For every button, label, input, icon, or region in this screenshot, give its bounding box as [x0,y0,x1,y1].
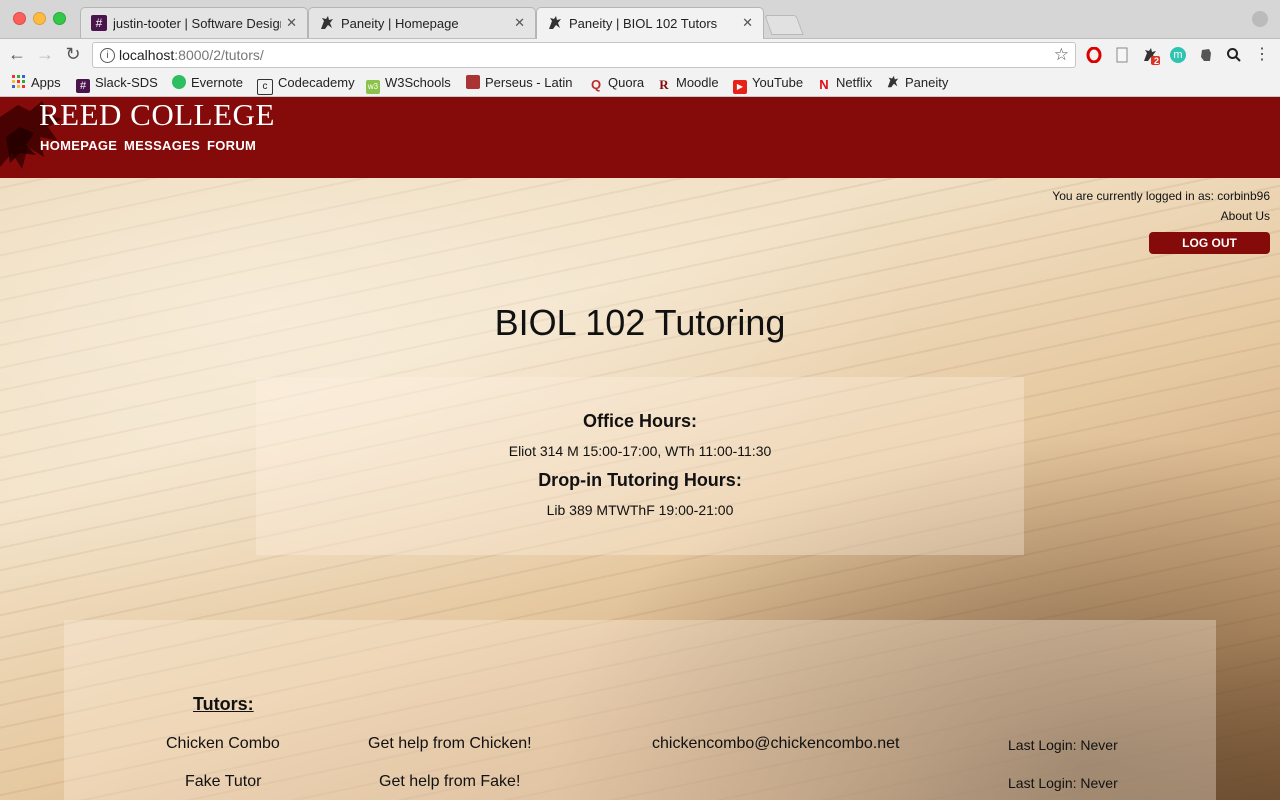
close-window-button[interactable] [13,12,26,25]
dropin-hours-heading: Drop-in Tutoring Hours: [538,470,742,490]
url-text: localhost:8000/2/tutors/ [119,47,264,63]
tab-close-icon[interactable]: ✕ [742,15,753,31]
opera-extension-icon[interactable] [1086,46,1102,64]
bookmark-perseus-latin[interactable]: Perseus - Latin [466,75,572,90]
bookmark-star-icon[interactable]: ☆ [1054,45,1069,65]
reload-icon[interactable]: ↻ [62,44,84,65]
search-icon[interactable] [1226,47,1242,63]
bookmark-youtube[interactable]: ▶ YouTube [733,75,803,94]
nav-forum[interactable]: FORUM [207,138,256,153]
bookmark-moodle[interactable]: R Moodle [657,75,718,92]
page-title: BIOL 102 Tutoring [494,302,786,343]
get-help-link[interactable]: Get help from Chicken! [368,735,532,753]
tab-biol-102-tutors[interactable]: Paneity | BIOL 102 Tutors ✕ [536,7,764,39]
tab-close-icon[interactable]: ✕ [514,15,525,31]
bookmarks-bar: Apps # Slack-SDS Evernote c Codecademy w3 W… [0,72,1280,97]
reed-icon: R [659,77,669,92]
browser-tab-strip: # justin-tooter | Software Design ✕ Pane… [0,0,1280,39]
tutor-last-login: Last Login: Never [1008,737,1118,753]
evernote-extension-icon[interactable] [1198,47,1214,63]
tab-software-design[interactable]: # justin-tooter | Software Design ✕ [80,7,308,38]
address-bar[interactable]: i localhost:8000/2/tutors/ ☆ [92,42,1076,68]
forward-arrow-icon[interactable]: → [34,44,56,65]
griffin-favicon-icon [319,15,335,31]
griffin-extension-icon[interactable]: 2 [1142,47,1160,66]
bookmark-codecademy[interactable]: c Codecademy [257,75,355,95]
youtube-icon: ▶ [733,80,747,94]
m-extension-icon[interactable]: m [1170,47,1186,63]
apps-grid-icon [12,75,26,89]
tab-title: Paneity | BIOL 102 Tutors [569,16,718,31]
dropin-hours-text: Lib 389 MTWThF 19:00-21:00 [546,502,734,518]
info-icon[interactable]: i [100,48,115,63]
bookmark-w3schools[interactable]: w3 W3Schools [366,75,451,94]
site-header: REED COLLEGE HOMEPAGE MESSAGES FORUM [0,97,1280,178]
nav-homepage[interactable]: HOMEPAGE [40,138,117,153]
bookmark-quora[interactable]: Q Quora [589,75,644,92]
browser-toolbar: ← → ↻ i localhost:8000/2/tutors/ ☆ 2 m ⋮ [0,39,1280,72]
tutors-panel: Tutors: Chicken Combo Get help from Chic… [64,620,1216,800]
get-help-link[interactable]: Get help from Fake! [379,773,520,791]
griffin-favicon-icon [547,15,563,31]
tab-close-icon[interactable]: ✕ [286,15,297,31]
quora-icon: Q [590,77,602,92]
new-tab-button[interactable] [764,15,804,35]
tutor-email: chickencombo@chickencombo.net [652,735,900,752]
bookmark-evernote[interactable]: Evernote [172,75,243,90]
about-us-link[interactable]: About Us [1221,209,1270,223]
tab-paneity-homepage[interactable]: Paneity | Homepage ✕ [308,7,536,38]
nav-messages[interactable]: MESSAGES [124,138,200,153]
tutor-last-login: Last Login: Never [1008,775,1118,791]
logout-button[interactable]: LOG OUT [1149,232,1270,254]
evernote-icon [172,75,186,89]
profile-icon[interactable] [1252,11,1268,27]
bookmark-slack-sds[interactable]: # Slack-SDS [76,75,158,93]
hours-panel: Office Hours: Eliot 314 M 15:00-17:00, W… [256,377,1024,555]
web-page: REED COLLEGE HOMEPAGE MESSAGES FORUM You… [0,97,1280,800]
menu-kebab-icon[interactable]: ⋮ [1254,47,1270,63]
netflix-icon: N [819,77,829,92]
bookmark-apps[interactable]: Apps [12,75,61,90]
minimize-window-button[interactable] [33,12,46,25]
site-title[interactable]: REED COLLEGE [39,97,275,133]
w3schools-icon: w3 [366,80,380,94]
tutors-heading: Tutors: [193,694,254,714]
slack-icon: # [76,79,90,93]
tab-title: justin-tooter | Software Design [113,16,281,31]
perseus-icon [466,75,480,89]
logged-in-status: You are currently logged in as: corbinb9… [1052,189,1270,203]
back-arrow-icon[interactable]: ← [6,44,28,65]
bookmark-paneity[interactable]: Paneity [886,75,948,90]
tab-title: Paneity | Homepage [341,16,459,31]
griffin-icon [886,75,900,89]
codecademy-icon: c [257,79,273,95]
bookmark-netflix[interactable]: N Netflix [817,75,872,92]
tutor-name: Chicken Combo [166,735,280,752]
office-hours-text: Eliot 314 M 15:00-17:00, WTh 11:00-11:30 [508,443,772,459]
maximize-window-button[interactable] [53,12,66,25]
extension-badge: 2 [1154,56,1160,66]
office-hours-heading: Office Hours: [582,411,697,431]
slack-favicon-icon: # [91,15,107,31]
document-extension-icon[interactable] [1114,47,1130,63]
tutor-name: Fake Tutor [185,773,262,790]
